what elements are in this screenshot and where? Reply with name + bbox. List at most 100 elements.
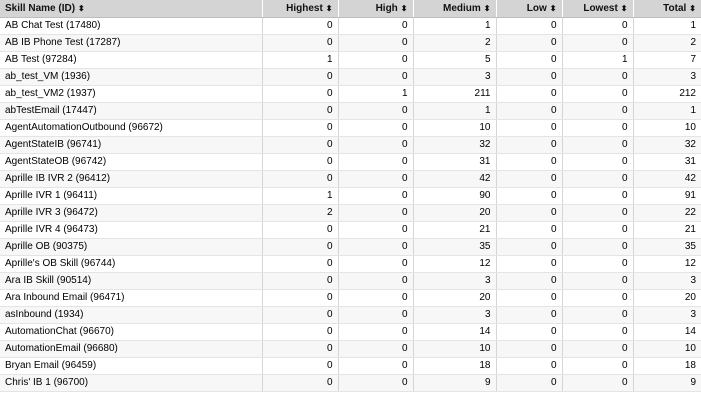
table-row[interactable]: Chris' IB 1 (96700) 0 0 9 0 0 9 [0,374,701,392]
sort-arrows-icon[interactable]: ⬍ [689,4,696,13]
count-cell-high: 1 [338,85,414,103]
table-row[interactable]: ab_test_VM (1936) 0 0 3 0 0 3 [0,68,701,86]
skill-name-cell: AgentAutomationOutbound (96672) [0,119,263,137]
column-header-label: High [375,3,398,14]
column-header-lowest[interactable]: Lowest ⬍ [562,0,634,18]
skill-name-cell: Chris' IB 1 (96700) [0,374,263,392]
count-cell-total: 20 [633,289,701,307]
sort-arrows-icon[interactable]: ⬍ [484,4,491,13]
count-cell-total: 32 [633,136,701,154]
count-cell-low: 0 [496,289,563,307]
count-cell-high: 0 [338,306,414,324]
table-row[interactable]: Aprille IVR 3 (96472) 2 0 20 0 0 22 [0,204,701,222]
table-row[interactable]: AgentAutomationOutbound (96672) 0 0 10 0 0 10 [0,119,701,137]
count-cell-medium: 14 [413,323,497,341]
column-header-high[interactable]: High ⬍ [338,0,414,18]
table-row[interactable]: Ara IB Skill (90514) 0 0 3 0 0 3 [0,272,701,290]
count-cell-total: 3 [633,68,701,86]
column-header-highest[interactable]: Highest ⬍ [262,0,339,18]
table-row[interactable]: abTestEmail (17447) 0 0 1 0 0 1 [0,102,701,120]
count-cell-highest: 0 [262,221,339,239]
count-cell-medium: 2 [413,34,497,52]
skill-name-cell: AB Chat Test (17480) [0,17,263,35]
skill-name-cell: AutomationChat (96670) [0,323,263,341]
count-cell-highest: 2 [262,204,339,222]
sort-arrows-icon[interactable]: ⬍ [326,4,333,13]
column-header-medium[interactable]: Medium ⬍ [413,0,497,18]
skill-name-cell: AB IB Phone Test (17287) [0,34,263,52]
count-cell-lowest: 1 [562,51,634,69]
count-cell-highest: 0 [262,85,339,103]
column-header-skill-name-id[interactable]: Skill Name (ID) ⬍ [0,0,263,18]
count-cell-total: 91 [633,187,701,205]
count-cell-total: 212 [633,85,701,103]
count-cell-medium: 211 [413,85,497,103]
table-row[interactable]: Aprille OB (90375) 0 0 35 0 0 35 [0,238,701,256]
table-row[interactable]: AB Test (97284) 1 0 5 0 1 7 [0,51,701,69]
skill-name-cell: Bryan Email (96459) [0,357,263,375]
count-cell-total: 31 [633,153,701,171]
table-row[interactable]: AB IB Phone Test (17287) 0 0 2 0 0 2 [0,34,701,52]
column-header-label: Skill Name (ID) [5,3,76,14]
count-cell-high: 0 [338,34,414,52]
count-cell-medium: 3 [413,306,497,324]
skill-name-cell: ab_test_VM2 (1937) [0,85,263,103]
table-row[interactable]: Aprille IVR 1 (96411) 1 0 90 0 0 91 [0,187,701,205]
table-row[interactable]: asInbound (1934) 0 0 3 0 0 3 [0,306,701,324]
count-cell-lowest: 0 [562,323,634,341]
table-row[interactable]: ab_test_VM2 (1937) 0 1 211 0 0 212 [0,85,701,103]
count-cell-lowest: 0 [562,374,634,392]
sort-arrows-icon[interactable]: ⬍ [78,4,85,13]
table-row[interactable]: Ara Inbound Email (96471) 0 0 20 0 0 20 [0,289,701,307]
skill-name-cell: AgentStateOB (96742) [0,153,263,171]
count-cell-medium: 31 [413,153,497,171]
skills-table: Skill Name (ID) ⬍ Highest ⬍ High ⬍ Medium ⬍ Low ⬍… [0,0,701,392]
table-row[interactable]: AutomationChat (96670) 0 0 14 0 0 14 [0,323,701,341]
count-cell-highest: 0 [262,357,339,375]
count-cell-lowest: 0 [562,153,634,171]
sort-arrows-icon[interactable]: ⬍ [621,4,628,13]
count-cell-highest: 0 [262,255,339,273]
sort-arrows-icon[interactable]: ⬍ [550,4,557,13]
count-cell-lowest: 0 [562,17,634,35]
table-row[interactable]: AutomationEmail (96680) 0 0 10 0 0 10 [0,340,701,358]
count-cell-medium: 35 [413,238,497,256]
header-row: Skill Name (ID) ⬍ Highest ⬍ High ⬍ Medium ⬍ Low ⬍… [0,0,701,18]
count-cell-lowest: 0 [562,102,634,120]
count-cell-lowest: 0 [562,68,634,86]
table-row[interactable]: AgentStateOB (96742) 0 0 31 0 0 31 [0,153,701,171]
count-cell-high: 0 [338,323,414,341]
table-body: AB Chat Test (17480) 0 0 1 0 0 1 AB IB Phone Te… [0,17,701,392]
count-cell-high: 0 [338,374,414,392]
table-row[interactable]: AgentStateIB (96741) 0 0 32 0 0 32 [0,136,701,154]
count-cell-low: 0 [496,221,563,239]
table-row[interactable]: Bryan Email (96459) 0 0 18 0 0 18 [0,357,701,375]
count-cell-highest: 0 [262,289,339,307]
count-cell-low: 0 [496,255,563,273]
count-cell-total: 2 [633,34,701,52]
table-row[interactable]: Aprille's OB Skill (96744) 0 0 12 0 0 12 [0,255,701,273]
column-header-low[interactable]: Low ⬍ [496,0,563,18]
table-row[interactable]: Aprille IB IVR 2 (96412) 0 0 42 0 0 42 [0,170,701,188]
column-header-total[interactable]: Total ⬍ [633,0,701,18]
count-cell-lowest: 0 [562,136,634,154]
sort-arrows-icon[interactable]: ⬍ [401,4,408,13]
count-cell-medium: 1 [413,17,497,35]
count-cell-medium: 20 [413,204,497,222]
skill-name-cell: ab_test_VM (1936) [0,68,263,86]
count-cell-low: 0 [496,102,563,120]
count-cell-highest: 1 [262,187,339,205]
count-cell-low: 0 [496,170,563,188]
count-cell-total: 3 [633,272,701,290]
column-header-label: Lowest [583,3,618,14]
count-cell-medium: 12 [413,255,497,273]
count-cell-lowest: 0 [562,272,634,290]
count-cell-medium: 5 [413,51,497,69]
count-cell-medium: 1 [413,102,497,120]
count-cell-highest: 0 [262,323,339,341]
count-cell-low: 0 [496,34,563,52]
count-cell-low: 0 [496,374,563,392]
table-row[interactable]: Aprille IVR 4 (96473) 0 0 21 0 0 21 [0,221,701,239]
count-cell-low: 0 [496,119,563,137]
table-row[interactable]: AB Chat Test (17480) 0 0 1 0 0 1 [0,17,701,35]
